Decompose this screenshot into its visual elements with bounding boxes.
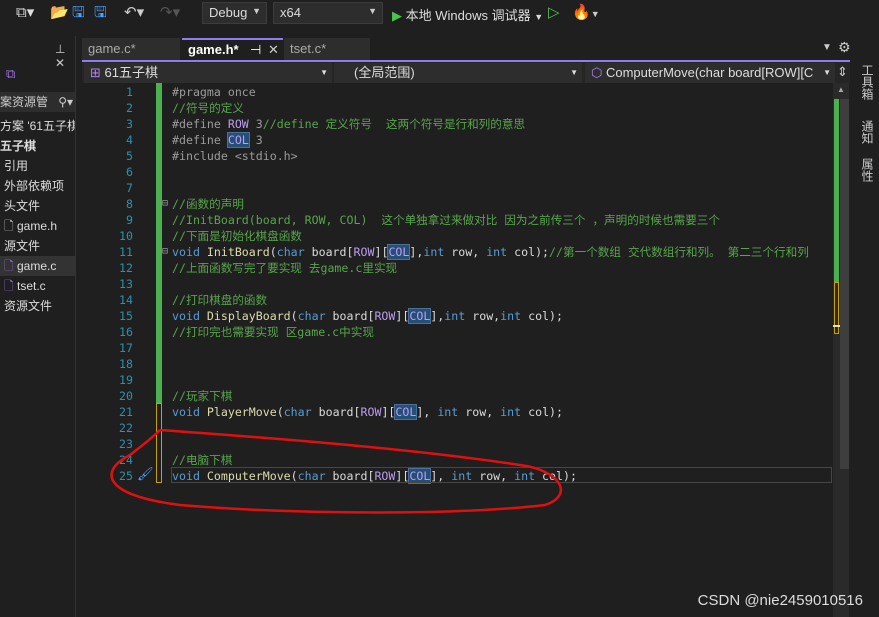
red-annotation-circle [110,428,563,514]
watermark: CSDN @nie2459010516 [697,592,863,609]
